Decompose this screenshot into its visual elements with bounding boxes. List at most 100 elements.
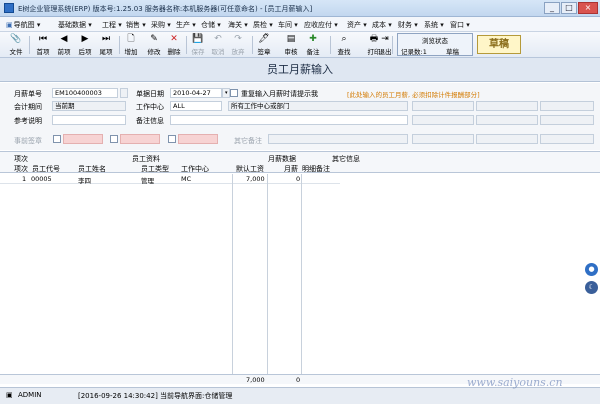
cell-work-center[interactable]: MC xyxy=(181,175,191,183)
app-icon xyxy=(4,3,14,13)
note-field[interactable] xyxy=(170,115,408,125)
menu-cost[interactable]: 成本 ▾ xyxy=(372,20,392,30)
menu-warehouse[interactable]: 仓储 ▾ xyxy=(201,20,221,30)
date-dropdown[interactable]: ▾ xyxy=(222,88,230,98)
work-center-name: 所有工作中心或部门 xyxy=(228,101,408,111)
toolbar-separator xyxy=(29,36,30,54)
sign-checkbox-2[interactable] xyxy=(110,135,118,143)
menu-engineering[interactable]: 工程 ▾ xyxy=(102,20,122,30)
close-button[interactable]: × xyxy=(578,2,598,14)
sign-label: 事前签章 xyxy=(14,137,42,145)
first-button[interactable]: ⏮ 首项 xyxy=(32,34,54,56)
month-no-field[interactable]: EM100400003 xyxy=(52,88,118,98)
col-seq[interactable]: 项次 xyxy=(14,164,28,174)
hint-text: [此处输入的员工月薪, 必须扣除计件报酬部分] xyxy=(347,91,480,99)
menu-assets[interactable]: 资产 ▾ xyxy=(347,20,367,30)
exit-button[interactable]: ⇥ 退出 xyxy=(374,34,396,56)
sign-checkbox-3[interactable] xyxy=(168,135,176,143)
prev-button[interactable]: ◀ 前项 xyxy=(53,34,75,56)
ref-field[interactable] xyxy=(52,115,126,125)
status-bar: ▣ ADMIN [2016-09-26 14:30:42] 当前导航界面:仓储管… xyxy=(0,387,600,404)
col-work-center[interactable]: 工作中心 xyxy=(181,164,209,174)
menu-window[interactable]: 窗口 ▾ xyxy=(450,20,470,30)
record-count: 记录数:1 xyxy=(401,48,427,56)
last-button[interactable]: ⏭ 尾项 xyxy=(95,34,117,56)
cell-emp-code[interactable]: 00005 xyxy=(31,175,52,183)
undo-icon: ↶ xyxy=(214,34,222,44)
navigation-icon: ▣ xyxy=(6,21,13,29)
menu-production[interactable]: 生产 ▾ xyxy=(176,20,196,30)
sign-checkbox-1[interactable] xyxy=(53,135,61,143)
menu-customs[interactable]: 海关 ▾ xyxy=(228,20,248,30)
note-label: 备注信息 xyxy=(136,117,164,125)
cell-emp-type[interactable]: 管理 xyxy=(141,175,154,185)
col-default-wage[interactable]: 默认工资 xyxy=(236,164,264,174)
prev-icon: ◀ xyxy=(60,34,68,44)
undo-button[interactable]: ↶ 取消 xyxy=(207,34,229,56)
maximize-button[interactable]: □ xyxy=(561,2,577,14)
repeat-prompt-label: 重复输入月薪时请提示我 xyxy=(241,90,318,98)
other-note-field[interactable] xyxy=(268,134,408,144)
column-divider xyxy=(267,174,268,374)
review-button[interactable]: ▤ 审核 xyxy=(280,34,302,56)
column-divider xyxy=(232,174,233,374)
table-row[interactable]: 1 00005 李四 管理 MC 7,000 0 xyxy=(0,174,340,185)
col-emp-code[interactable]: 员工代号 xyxy=(32,164,60,174)
edit-button[interactable]: ✎ 修改 xyxy=(143,34,165,56)
side-dot-icon[interactable]: ● xyxy=(585,263,598,276)
last-icon: ⏭ xyxy=(101,34,111,44)
next-icon: ▶ xyxy=(81,34,89,44)
minimize-button[interactable]: _ xyxy=(544,2,560,14)
menu-workshop[interactable]: 车间 ▾ xyxy=(278,20,298,30)
menu-finance[interactable]: 财务 ▾ xyxy=(398,20,418,30)
col-detail-note[interactable]: 明细备注 xyxy=(302,164,330,174)
status-user: ADMIN xyxy=(18,391,42,399)
period-field[interactable]: 当前期 xyxy=(52,101,126,111)
file-button[interactable]: 📎 文件 xyxy=(5,34,27,56)
file-icon: 📎 xyxy=(10,34,22,44)
note-button[interactable]: ✚ 备注 xyxy=(302,34,324,56)
menu-ar-ap[interactable]: 应收应付 ▾ xyxy=(304,20,338,30)
month-no-lookup[interactable] xyxy=(120,88,128,98)
col-emp-name[interactable]: 员工姓名 xyxy=(78,164,106,174)
ref-label: 参考说明 xyxy=(14,117,42,125)
cell-emp-name[interactable]: 李四 xyxy=(78,175,91,185)
save-button[interactable]: 💾 保存 xyxy=(187,34,209,56)
blank-field-h xyxy=(476,134,538,144)
menu-base-data[interactable]: 基础数据 ▾ xyxy=(58,20,92,30)
menu-qc[interactable]: 质检 ▾ xyxy=(253,20,273,30)
browse-state: 草稿 xyxy=(446,48,459,56)
col-monthly[interactable]: 月薪 xyxy=(284,164,298,174)
menu-sales[interactable]: 销售 ▾ xyxy=(126,20,146,30)
binoculars-icon: ⌕ xyxy=(341,34,347,44)
group-header-other: 其它信息 xyxy=(332,155,360,163)
blank-field-i xyxy=(540,134,594,144)
sign-button[interactable]: 🖊 签章 xyxy=(253,34,275,56)
note-icon: ✚ xyxy=(309,34,317,44)
col-emp-type[interactable]: 员工类型 xyxy=(141,164,169,174)
group-header-employee: 员工资料 xyxy=(132,155,160,163)
sign-field-3[interactable] xyxy=(178,134,218,144)
abandon-button[interactable]: ↷ 放弃 xyxy=(227,34,249,56)
sign-field-2[interactable] xyxy=(120,134,160,144)
draft-stamp: 草稿 xyxy=(477,35,521,54)
cell-default-wage[interactable]: 7,000 xyxy=(246,175,265,183)
blank-field-c xyxy=(540,101,594,111)
side-moon-icon[interactable]: ☾ xyxy=(585,281,598,294)
sign-field-1[interactable] xyxy=(63,134,103,144)
status-message: [2016-09-26 14:30:42] 当前导航界面:仓储管理 xyxy=(78,392,233,400)
menu-navigation[interactable]: ▣导航图 ▾ xyxy=(6,20,40,30)
next-button[interactable]: ▶ 后项 xyxy=(74,34,96,56)
add-button[interactable]: 🗋 增加 xyxy=(120,34,142,56)
find-button[interactable]: ⌕ 查找 xyxy=(333,34,355,56)
repeat-prompt-checkbox[interactable] xyxy=(230,89,238,97)
other-note-label: 其它备注 xyxy=(234,137,262,145)
menu-system[interactable]: 系统 ▾ xyxy=(424,20,444,30)
abandon-icon: ↷ xyxy=(234,34,242,44)
doc-date-field[interactable]: 2010-04-27 xyxy=(170,88,222,98)
delete-button[interactable]: ✕ 删除 xyxy=(163,34,185,56)
cell-monthly[interactable]: 0 xyxy=(296,175,300,183)
menu-purchase[interactable]: 采购 ▾ xyxy=(151,20,171,30)
work-center-field[interactable]: ALL xyxy=(170,101,222,111)
month-no-label: 月薪单号 xyxy=(14,90,42,98)
